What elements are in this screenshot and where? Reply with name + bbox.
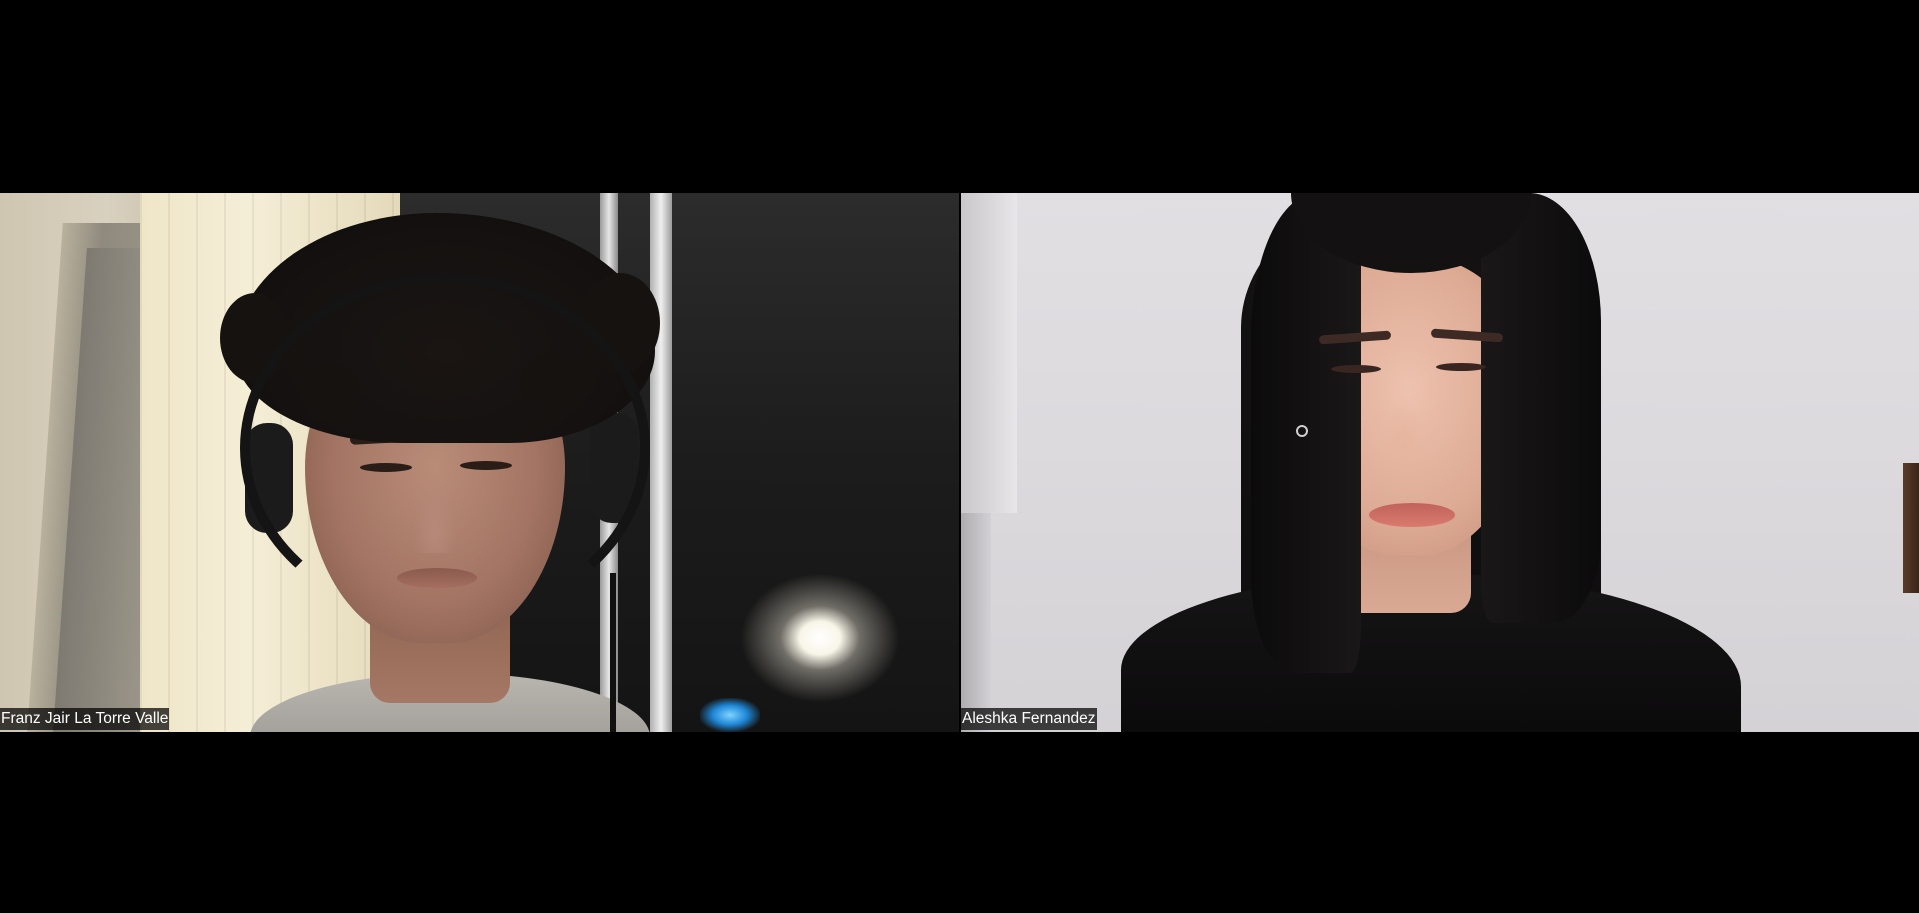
participant-video-feed [0,193,959,732]
participant-person [220,213,690,732]
eye [1331,365,1381,373]
meeting-gallery: Franz Jair La Torre Valle Aleshka Fernan… [0,0,1919,913]
nose [1381,403,1425,463]
background-wall-shadow [961,513,991,732]
background-object [1903,463,1919,593]
participant-person [1101,193,1741,732]
headphone-cable [610,573,616,732]
participant-video-feed [961,193,1919,732]
participant-video-tile[interactable]: Franz Jair La Torre Valle [0,193,959,732]
participant-name-label: Franz Jair La Torre Valle [0,708,170,730]
person-hair [1481,193,1601,623]
lips [1369,503,1455,527]
participant-video-tile[interactable]: Aleshka Fernandez [961,193,1919,732]
ceiling-light-reflection [740,573,900,703]
earring-icon [1296,425,1308,437]
headphones-icon [240,273,650,623]
blue-light-reflection [700,698,760,732]
background-wall-edge [961,193,1017,513]
participant-name-label: Aleshka Fernandez [961,708,1097,730]
eye [1436,363,1486,371]
